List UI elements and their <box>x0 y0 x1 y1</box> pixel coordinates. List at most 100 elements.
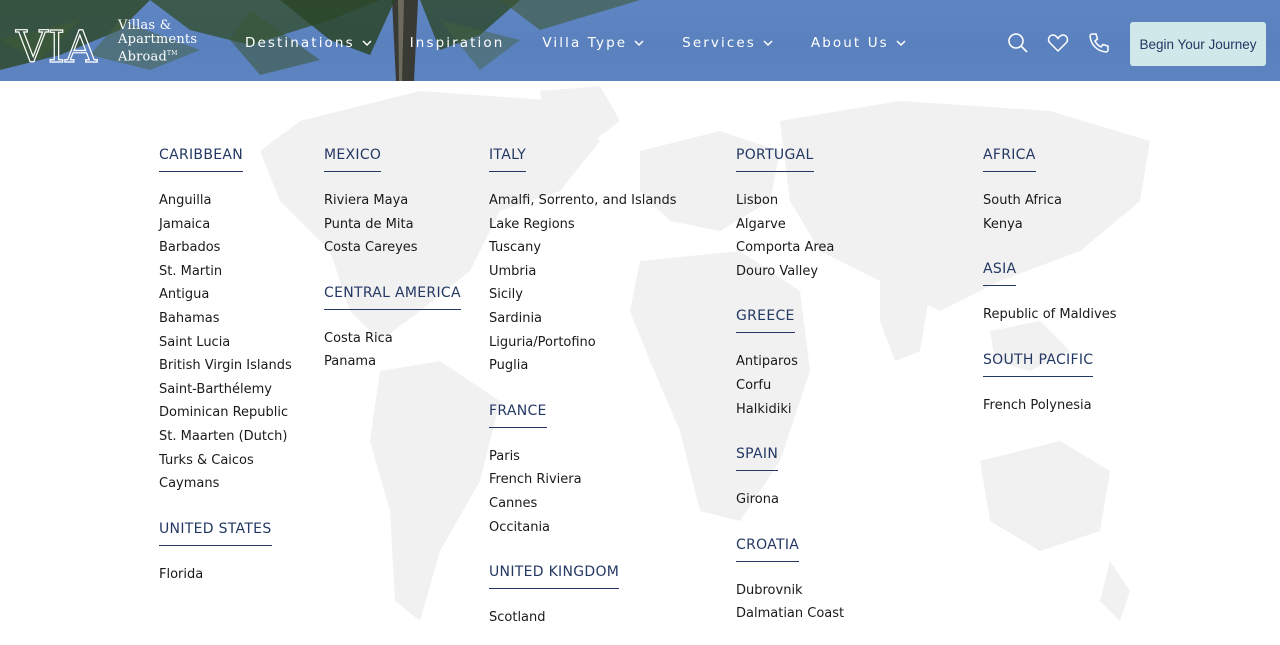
destination-link[interactable]: Florida <box>159 563 292 587</box>
region-title-caribbean[interactable]: CARIBBEAN <box>159 147 244 172</box>
destination-link[interactable]: Republic of Maldives <box>983 303 1116 327</box>
region-title-south-pacific[interactable]: SOUTH PACIFIC <box>983 352 1094 377</box>
destination-link[interactable]: Algarve <box>736 213 844 237</box>
destination-link[interactable]: Turks & Caicos <box>159 449 292 473</box>
destinations-mega-menu: CARIBBEAN Anguilla Jamaica Barbados St. Mart… <box>0 81 1280 645</box>
destination-link[interactable]: Occitania <box>489 516 677 540</box>
destination-link[interactable]: Jamaica <box>159 213 292 237</box>
destination-link[interactable]: Costa Careyes <box>324 236 461 260</box>
phone-icon[interactable] <box>1087 31 1111 55</box>
region-group: SOUTH PACIFIC French Polynesia <box>983 349 1116 418</box>
nav-label: Destinations <box>245 35 355 51</box>
svg-text:VIA: VIA <box>15 22 98 66</box>
destination-link[interactable]: Kenya <box>983 213 1116 237</box>
region-title-italy[interactable]: ITALY <box>489 147 527 172</box>
destination-link[interactable]: French Riviera <box>489 468 677 492</box>
nav-destinations[interactable]: Destinations <box>245 35 372 51</box>
begin-your-journey-button[interactable]: Begin Your Journey <box>1130 22 1266 66</box>
destination-link[interactable]: Dalmatian Coast <box>736 602 844 626</box>
site-header: VIA Villas & Apartments AbroadTM Destina… <box>0 0 1280 81</box>
region-group: UNITED STATES Florida <box>159 518 292 587</box>
logo-line-1: Villas & <box>118 18 172 34</box>
menu-column: AFRICA South Africa Kenya ASIA Republic of M… <box>983 144 1116 439</box>
region-title-asia[interactable]: ASIA <box>983 261 1017 287</box>
destination-link[interactable]: Panama <box>324 350 461 374</box>
chevron-down-icon <box>634 40 644 47</box>
destination-link[interactable]: Riviera Maya <box>324 189 461 213</box>
destination-link[interactable]: Lisbon <box>736 189 844 213</box>
destination-link[interactable]: Saint-Barthélemy <box>159 378 292 402</box>
destination-link[interactable]: Scotland <box>489 606 677 630</box>
region-title-africa[interactable]: AFRICA <box>983 147 1036 172</box>
menu-column: ITALY Amalfi, Sorrento, and Islands Lake R… <box>489 144 677 645</box>
region-group: ITALY Amalfi, Sorrento, and Islands Lake R… <box>489 144 677 378</box>
destination-link[interactable]: Dubrovnik <box>736 579 844 603</box>
nav-label: Services <box>682 35 756 51</box>
region-group: CROATIA Dubrovnik Dalmatian Coast <box>736 534 844 626</box>
chevron-down-icon <box>362 40 372 47</box>
region-title-central-america[interactable]: CENTRAL AMERICA <box>324 285 461 310</box>
destination-link[interactable]: Antigua <box>159 283 292 307</box>
destination-link[interactable]: Bahamas <box>159 307 292 331</box>
destination-link[interactable]: Tuscany <box>489 236 677 260</box>
destination-link[interactable]: Umbria <box>489 260 677 284</box>
destination-link[interactable]: Anguilla <box>159 189 292 213</box>
region-group: MEXICO Riviera Maya Punta de Mita Costa Car… <box>324 144 461 260</box>
via-logo-mark: VIA <box>14 21 98 66</box>
destination-link[interactable]: Punta de Mita <box>324 213 461 237</box>
region-title-united-kingdom[interactable]: UNITED KINGDOM <box>489 564 620 590</box>
destination-link[interactable]: Puglia <box>489 354 677 378</box>
destination-link[interactable]: St. Maarten (Dutch) <box>159 425 292 449</box>
destination-link[interactable]: Paris <box>489 445 677 469</box>
region-group: CARIBBEAN Anguilla Jamaica Barbados St. Mart… <box>159 144 292 496</box>
region-title-mexico[interactable]: MEXICO <box>324 147 382 172</box>
destination-link[interactable]: Sicily <box>489 283 677 307</box>
destination-link[interactable]: Sardinia <box>489 307 677 331</box>
destination-link[interactable]: Antiparos <box>736 350 844 374</box>
region-group: AFRICA South Africa Kenya <box>983 144 1116 236</box>
destination-link[interactable]: Caymans <box>159 472 292 496</box>
heart-icon[interactable] <box>1046 31 1070 55</box>
destination-link[interactable]: Liguria/Portofino <box>489 331 677 355</box>
nav-villa-type[interactable]: Villa Type <box>542 35 644 51</box>
nav-inspiration[interactable]: Inspiration <box>410 35 505 51</box>
nav-label: Villa Type <box>542 35 628 51</box>
logo-line-3: AbroadTM <box>118 49 178 65</box>
nav-label: About Us <box>810 35 889 51</box>
destination-link[interactable]: Saint Lucia <box>159 331 292 355</box>
region-title-united-states[interactable]: UNITED STATES <box>159 521 272 546</box>
destination-link[interactable]: South Africa <box>983 189 1116 213</box>
region-title-portugal[interactable]: PORTUGAL <box>736 147 814 172</box>
logo-wordmark: Villas & Apartments AbroadTM <box>118 19 197 64</box>
destination-link[interactable]: Costa Rica <box>324 327 461 351</box>
destination-link[interactable]: Amalfi, Sorrento, and Islands <box>489 189 677 213</box>
menu-column: CARIBBEAN Anguilla Jamaica Barbados St. Mart… <box>159 144 292 608</box>
nav-about-us[interactable]: About Us <box>811 35 906 51</box>
search-icon[interactable] <box>1006 31 1030 55</box>
destination-link[interactable]: French Polynesia <box>983 394 1116 418</box>
destination-link[interactable]: Barbados <box>159 236 292 260</box>
destination-link[interactable]: Comporta Area <box>736 236 844 260</box>
destination-link[interactable]: British Virgin Islands <box>159 354 292 378</box>
destination-link[interactable]: St. Martin <box>159 260 292 284</box>
logo[interactable]: VIA Villas & Apartments AbroadTM <box>14 18 204 66</box>
region-title-france[interactable]: FRANCE <box>489 403 547 428</box>
region-title-croatia[interactable]: CROATIA <box>736 537 800 562</box>
destination-link[interactable]: Cannes <box>489 492 677 516</box>
destination-link[interactable]: Halkidiki <box>736 398 844 422</box>
destination-link[interactable]: Dominican Republic <box>159 401 292 425</box>
region-group: UNITED KINGDOM Scotland <box>489 561 677 630</box>
menu-column: PORTUGAL Lisbon Algarve Comporta Area Douro … <box>736 144 844 645</box>
logo-line-2: Apartments <box>118 32 198 48</box>
destination-link[interactable]: Lake Regions <box>489 213 677 237</box>
destination-link[interactable]: Corfu <box>736 374 844 398</box>
region-group: SPAIN Girona <box>736 443 844 512</box>
region-title-spain[interactable]: SPAIN <box>736 446 779 472</box>
main-nav: Destinations Inspiration Villa Type Serv… <box>245 35 944 51</box>
destination-link[interactable]: Douro Valley <box>736 260 844 284</box>
trademark: TM <box>167 50 178 58</box>
nav-services[interactable]: Services <box>682 35 773 51</box>
destination-link[interactable]: Girona <box>736 488 844 512</box>
menu-column: MEXICO Riviera Maya Punta de Mita Costa Car… <box>324 144 461 396</box>
region-title-greece[interactable]: GREECE <box>736 308 795 334</box>
